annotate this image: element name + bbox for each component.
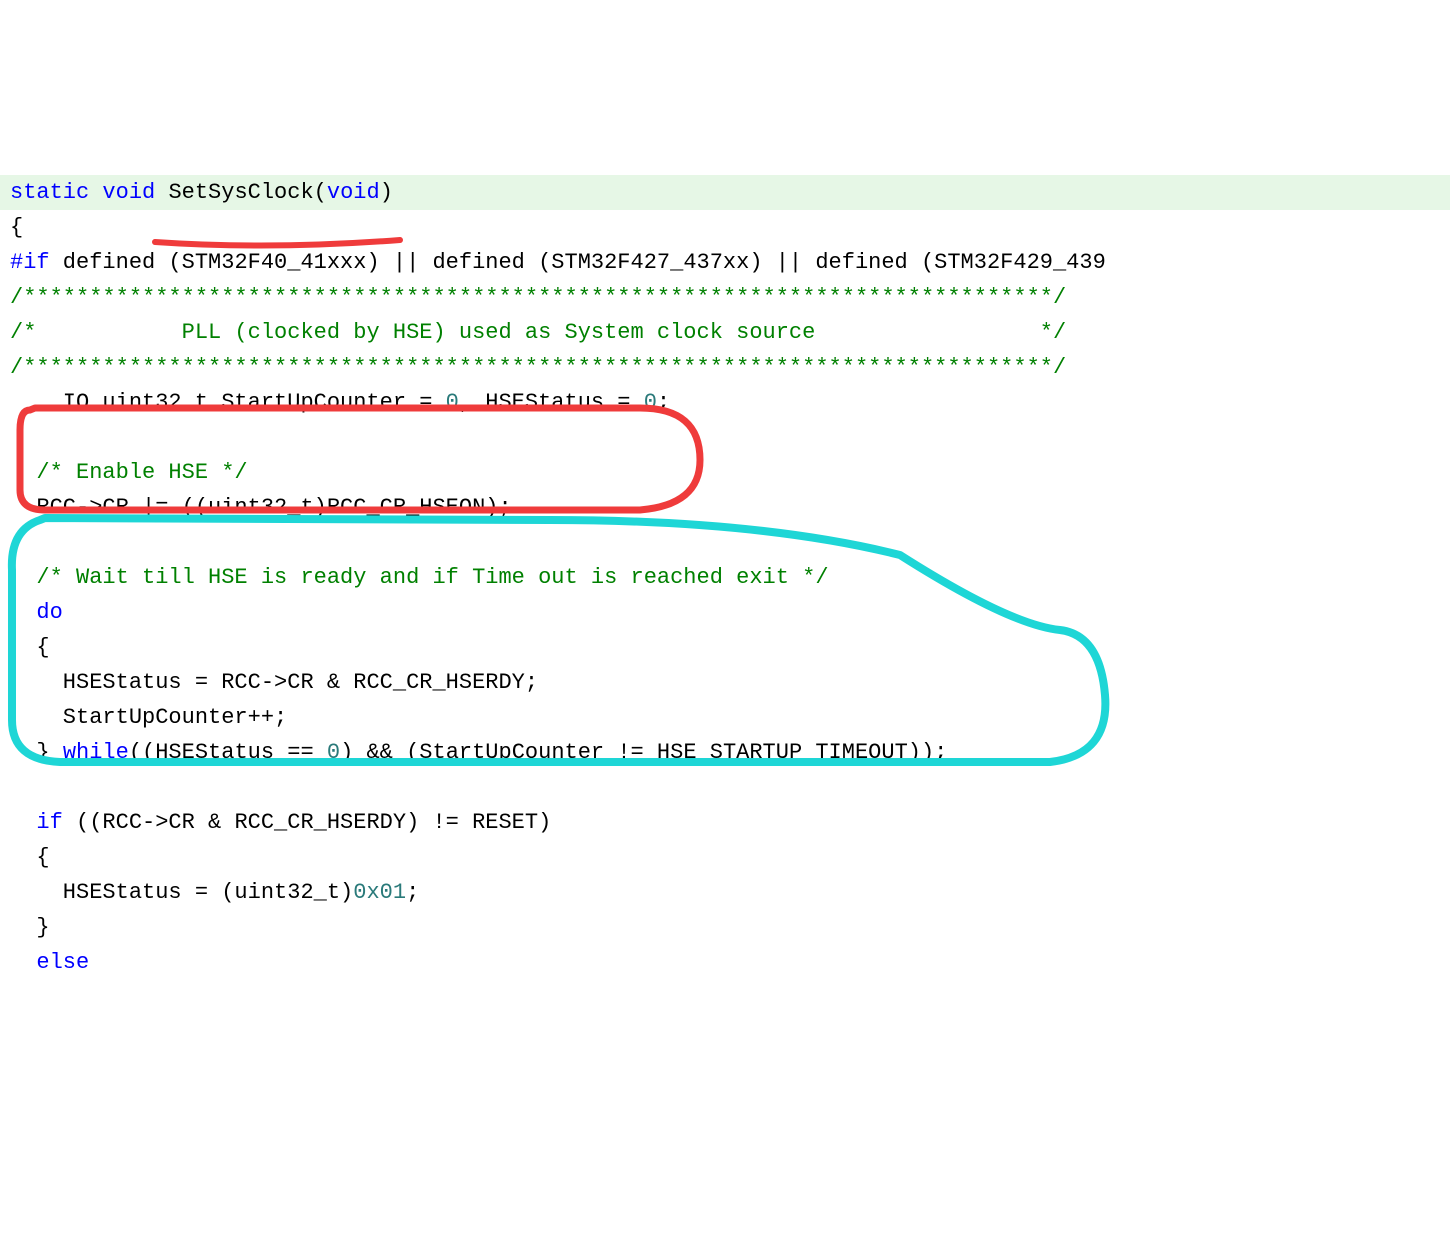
brace: { xyxy=(10,845,50,870)
code-line: /***************************************… xyxy=(0,280,1450,315)
comment: /* PLL (clocked by HSE) used as System c… xyxy=(10,320,1066,345)
code-line: /* Wait till HSE is ready and if Time ou… xyxy=(0,560,1450,595)
function-name: SetSysClock xyxy=(168,180,313,205)
indent xyxy=(10,600,36,625)
code-line xyxy=(0,770,1450,805)
code-line xyxy=(0,420,1450,455)
number-hex: 0x01 xyxy=(353,880,406,905)
code-line: __IO uint32_t StartUpCounter = 0, HSESta… xyxy=(0,385,1450,420)
code-text: RCC->CR |= ((uint32_t)RCC_CR_HSEON); xyxy=(10,495,512,520)
comment: /* Enable HSE */ xyxy=(10,460,248,485)
code-text: ((RCC->CR & RCC_CR_HSERDY) != RESET) xyxy=(63,810,551,835)
code-line: StartUpCounter++; xyxy=(0,700,1450,735)
code-line: /***************************************… xyxy=(0,350,1450,385)
code-text: __IO uint32_t StartUpCounter = xyxy=(10,390,446,415)
punct: ( xyxy=(314,180,327,205)
keyword-void-param: void xyxy=(327,180,380,205)
keyword-static: static xyxy=(10,180,89,205)
code-editor[interactable]: static void SetSysClock(void){#if define… xyxy=(0,140,1450,1085)
code-line: { xyxy=(0,840,1450,875)
code-text: HSEStatus = RCC->CR & RCC_CR_HSERDY; xyxy=(10,670,538,695)
code-line: RCC->CR |= ((uint32_t)RCC_CR_HSEON); xyxy=(0,490,1450,525)
comment: /***************************************… xyxy=(10,355,1066,380)
code-line: if ((RCC->CR & RCC_CR_HSERDY) != RESET) xyxy=(0,805,1450,840)
punct: ; xyxy=(657,390,670,415)
brace: { xyxy=(10,635,50,660)
brace: } xyxy=(10,915,50,940)
code-text: , HSEStatus = xyxy=(459,390,644,415)
code-line: else xyxy=(0,945,1450,980)
code-text: ) && (StartUpCounter != HSE_STARTUP_TIME… xyxy=(340,740,947,765)
number: 0 xyxy=(327,740,340,765)
punct: ; xyxy=(406,880,419,905)
code-text: HSEStatus = (uint32_t) xyxy=(10,880,353,905)
code-line: HSEStatus = (uint32_t)0x01; xyxy=(0,875,1450,910)
code-text: ((HSEStatus == xyxy=(129,740,327,765)
code-line: HSEStatus = RCC->CR & RCC_CR_HSERDY; xyxy=(0,665,1450,700)
brace: { xyxy=(10,215,23,240)
preproc-rest: defined (STM32F40_41xxx) || defined (STM… xyxy=(50,250,1106,275)
code-line xyxy=(0,525,1450,560)
code-line: #if defined (STM32F40_41xxx) || defined … xyxy=(0,245,1450,280)
keyword-void: void xyxy=(102,180,155,205)
code-line: { xyxy=(0,630,1450,665)
code-line: static void SetSysClock(void) xyxy=(0,175,1450,210)
code-line: dodo xyxy=(0,595,1450,630)
number: 0 xyxy=(446,390,459,415)
indent xyxy=(10,950,36,975)
indent xyxy=(10,810,36,835)
keyword-while: while xyxy=(63,740,129,765)
code-line: { xyxy=(0,210,1450,245)
code-text: StartUpCounter++; xyxy=(10,705,287,730)
code-line: /* Enable HSE */ xyxy=(0,455,1450,490)
comment: /* Wait till HSE is ready and if Time ou… xyxy=(10,565,829,590)
code-text: } xyxy=(10,740,63,765)
preproc-if: #if xyxy=(10,250,50,275)
code-line: } while((HSEStatus == 0) && (StartUpCoun… xyxy=(0,735,1450,770)
number: 0 xyxy=(644,390,657,415)
keyword-if: if xyxy=(36,810,62,835)
keyword-else: else xyxy=(36,950,89,975)
code-line: /* PLL (clocked by HSE) used as System c… xyxy=(0,315,1450,350)
code-line: } xyxy=(0,910,1450,945)
keyword-do-visible: do xyxy=(36,600,62,625)
comment: /***************************************… xyxy=(10,285,1066,310)
punct: ) xyxy=(380,180,393,205)
